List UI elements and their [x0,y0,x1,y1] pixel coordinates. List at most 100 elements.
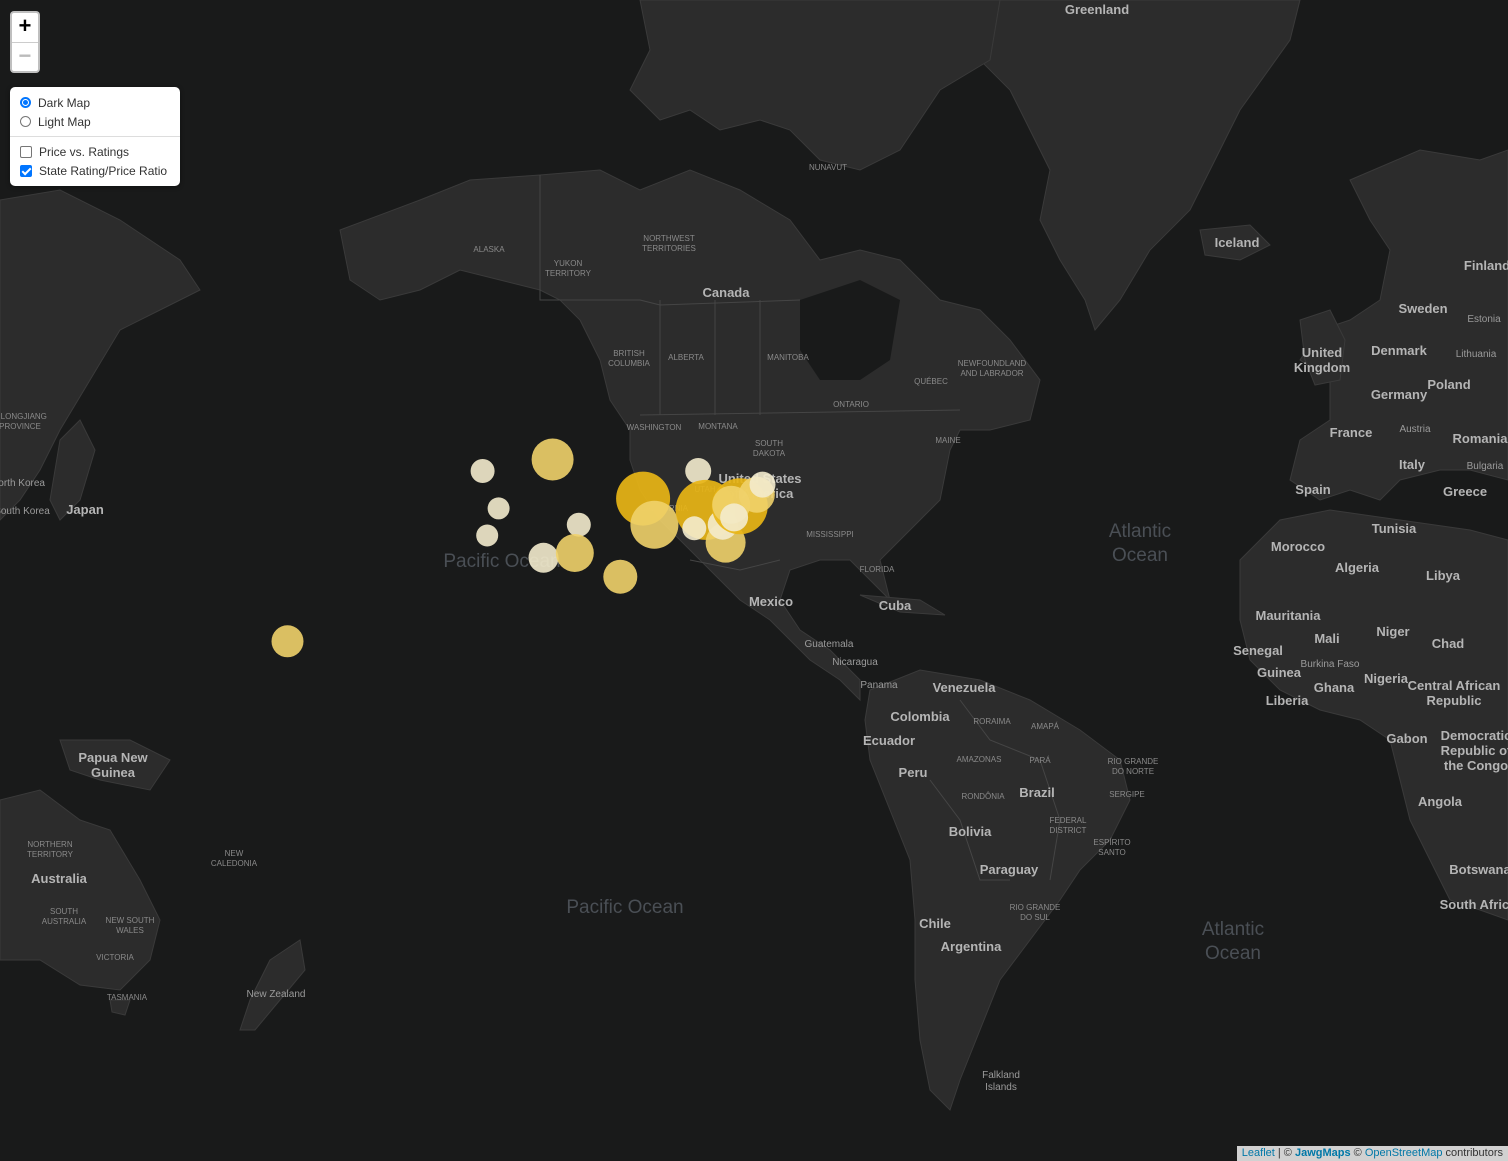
region-label: EILONGJIANG [0,412,47,421]
jawg-link[interactable]: JawgMaps [1295,1147,1351,1159]
country-label: Greenland [1065,2,1129,17]
country-label: Angola [1418,794,1463,809]
state-marker[interactable] [603,559,638,594]
country-label: South Korea [0,506,50,517]
country-label: Botswana [1449,862,1508,877]
region-label: NEW SOUTH [106,916,155,925]
country-label: the Congo [1444,758,1508,773]
country-label: Poland [1427,377,1470,392]
region-label: AMAZONAS [957,755,1002,764]
country-label: Kingdom [1294,360,1350,375]
ocean-label: Pacific Ocean [566,897,683,918]
state-marker[interactable] [470,459,495,483]
attribution: Leaflet | © JawgMaps © OpenStreetMap con… [1236,1146,1508,1161]
attribution-sep: © [1350,1147,1365,1159]
state-marker[interactable] [566,512,591,537]
country-label: Libya [1426,568,1461,583]
state-marker[interactable] [476,524,499,547]
country-label: Venezuela [933,680,997,695]
ocean-labels: Pacific Ocean Pacific Ocean Atlantic Oce… [443,521,1264,964]
country-label: Niger [1376,624,1409,639]
region-label: SOUTH [50,907,78,916]
region-label: NEW [225,849,244,858]
country-label: Central African [1408,678,1501,693]
overlay-state-ratio[interactable]: State Rating/Price Ratio [20,161,170,180]
divider [10,136,180,137]
region-label: DO SUL [1020,913,1050,922]
country-label: Chile [919,916,951,931]
zoom-out-button[interactable]: − [12,42,38,71]
region-label: YUKON [554,259,583,268]
radio-button[interactable] [20,97,31,108]
country-label: Morocco [1271,539,1325,554]
country-label: Argentina [941,939,1002,954]
country-label: Romania [1453,431,1508,446]
overlay-price-vs-ratings[interactable]: Price vs. Ratings [20,142,170,161]
region-label: WALES [116,926,144,935]
state-marker[interactable] [528,542,559,573]
osm-link[interactable]: OpenStreetMap [1365,1147,1443,1159]
base-layer-label: Light Map [38,114,91,129]
region-label: SERGIPE [1109,790,1145,799]
country-label: Nicaragua [832,657,878,668]
map-canvas[interactable]: Pacific Ocean Pacific Ocean Atlantic Oce… [0,0,1508,1161]
region-label: AMAPÁ [1031,722,1060,731]
checkbox[interactable] [20,164,32,177]
radio-button[interactable] [20,116,31,127]
zoom-in-button[interactable]: + [12,13,38,42]
country-label: Falkland [982,1070,1020,1081]
country-label: Algeria [1335,560,1380,575]
country-label: North Korea [0,478,45,489]
country-label: United [1302,345,1343,360]
country-label: Mauritania [1255,608,1321,623]
region-label: PARÁ [1029,756,1051,765]
base-layer-light[interactable]: Light Map [20,112,170,131]
leaflet-link[interactable]: Leaflet [1242,1147,1275,1159]
country-label: Lithuania [1456,349,1497,360]
country-label: Mexico [749,594,793,609]
country-label: Colombia [890,709,950,724]
attribution-sep: | © [1274,1147,1295,1159]
region-label: QUÉBEC [914,377,948,386]
state-marker[interactable] [630,500,679,549]
region-label: RONDÔNIA [961,792,1005,801]
country-label: Iceland [1215,235,1260,250]
region-label: NORTHERN [27,840,72,849]
country-label: Finland [1464,258,1508,273]
checkbox[interactable] [20,145,32,158]
region-label: FLORIDA [860,565,895,574]
country-label: Republic of [1441,743,1508,758]
state-marker[interactable] [271,625,304,658]
base-layer-dark[interactable]: Dark Map [20,93,170,112]
region-label: TERRITORY [545,269,592,278]
region-label: ALASKA [473,245,505,254]
country-label: Bolivia [949,824,992,839]
overlay-label: State Rating/Price Ratio [39,163,168,178]
country-label: Cuba [879,598,912,613]
country-label: Peru [899,765,928,780]
land-layer [0,0,1508,1111]
basemap: Pacific Ocean Pacific Ocean Atlantic Oce… [0,0,1508,1111]
state-marker[interactable] [531,438,574,481]
state-marker[interactable] [555,534,594,572]
state-marker[interactable] [749,471,776,498]
country-label: Denmark [1371,343,1427,358]
country-label: Democratic [1441,728,1508,743]
region-label: NORTHWEST [643,234,695,243]
region-label: TERRITORY [27,850,74,859]
state-marker[interactable] [682,516,707,541]
region-label: TERRITORIES [642,244,696,253]
country-label: Islands [985,1082,1017,1093]
state-marker[interactable] [720,503,749,532]
region-label: MANITOBA [767,353,809,362]
region-label: DO NORTE [1112,767,1154,776]
attribution-suffix: contributors [1442,1147,1503,1159]
country-label: Germany [1371,387,1428,402]
layers-control: Dark Map Light Map Price vs. Ratings Sta… [10,87,180,186]
region-label: AND LABRADOR [960,369,1023,378]
state-marker[interactable] [487,497,510,520]
country-label: Sweden [1398,301,1447,316]
region-label: RORAIMA [973,717,1011,726]
country-label: Italy [1399,457,1426,472]
base-layer-label: Dark Map [38,95,91,110]
